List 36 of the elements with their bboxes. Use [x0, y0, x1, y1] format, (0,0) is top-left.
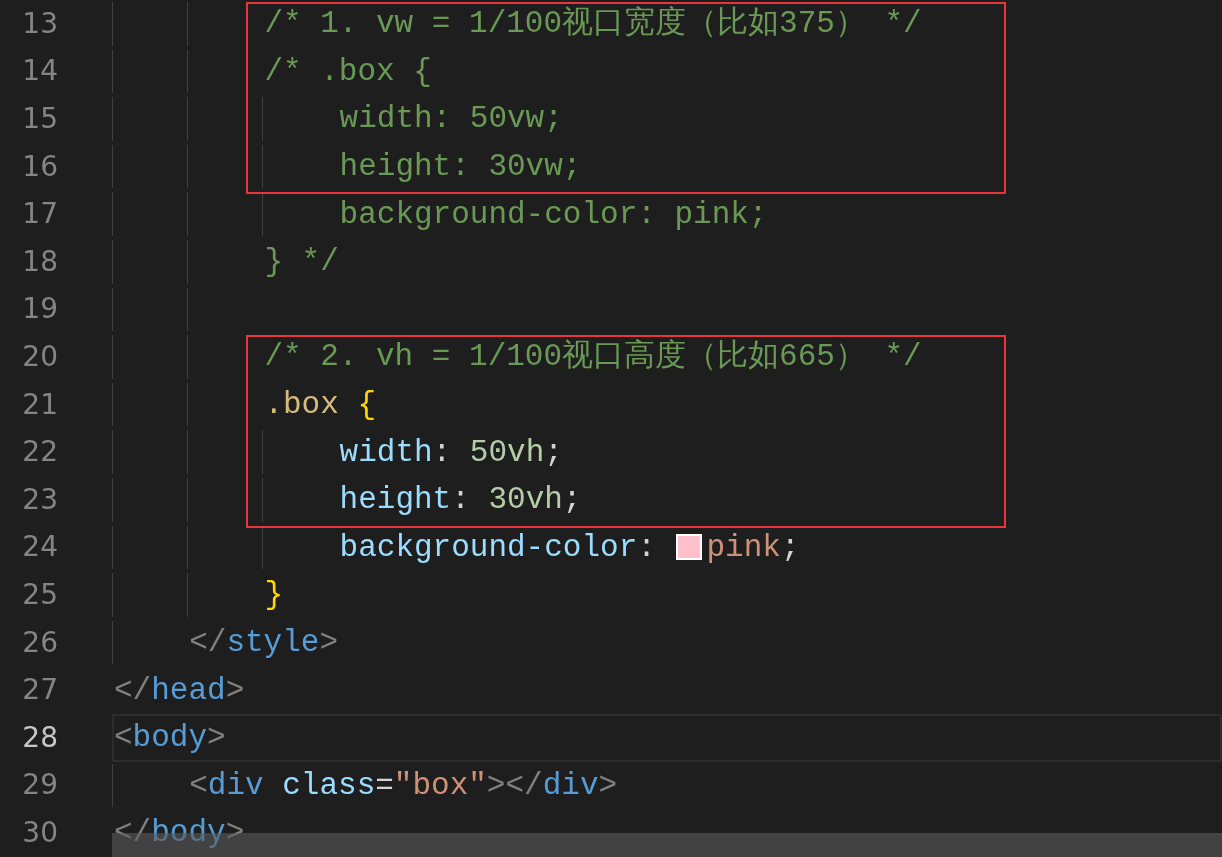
line-number: 28: [21, 719, 59, 756]
line-number: 30: [21, 814, 59, 851]
line-number: 21: [21, 386, 59, 423]
code-line: <body>: [114, 722, 226, 754]
line-number: 15: [21, 101, 59, 137]
code-text: background-color:: [339, 531, 657, 563]
code-text: pink;: [706, 531, 800, 563]
code-line: }: [264, 579, 283, 611]
line-number: 19: [21, 291, 59, 328]
code-line: <div class="box"></div>: [189, 769, 618, 801]
line-number: 13: [21, 5, 59, 42]
code-line: /* 1. vw = 1/100视口宽度（比如375） */: [264, 8, 922, 40]
code-line: /* 2. vh = 1/100视口高度（比如665） */: [264, 341, 922, 373]
line-number: 23: [21, 481, 59, 518]
code-line: height: 30vh;: [339, 484, 582, 516]
code-line: background-color: pink;: [339, 198, 768, 230]
code-line: width: 50vw;: [339, 103, 563, 135]
line-number: 17: [21, 196, 59, 233]
line-number: 29: [21, 767, 59, 804]
code-line: height: 30vw;: [339, 151, 582, 183]
line-number: 14: [21, 53, 59, 90]
line-number: 20: [21, 338, 59, 375]
code-line: /* .box {: [264, 55, 432, 87]
code-line: } */: [264, 246, 339, 278]
line-number: 18: [21, 243, 59, 280]
line-number: 16: [21, 148, 59, 185]
line-number: 24: [21, 529, 59, 566]
code-line: width: 50vh;: [339, 436, 563, 468]
line-number: 27: [21, 672, 59, 709]
line-number: 26: [21, 624, 59, 661]
code-line: .box {: [264, 389, 376, 421]
line-number: 25: [21, 576, 59, 613]
code-line: </head>: [114, 674, 245, 706]
code-line: </body>: [114, 817, 245, 849]
line-number: 22: [21, 434, 59, 471]
code-line: </style>: [189, 627, 339, 658]
